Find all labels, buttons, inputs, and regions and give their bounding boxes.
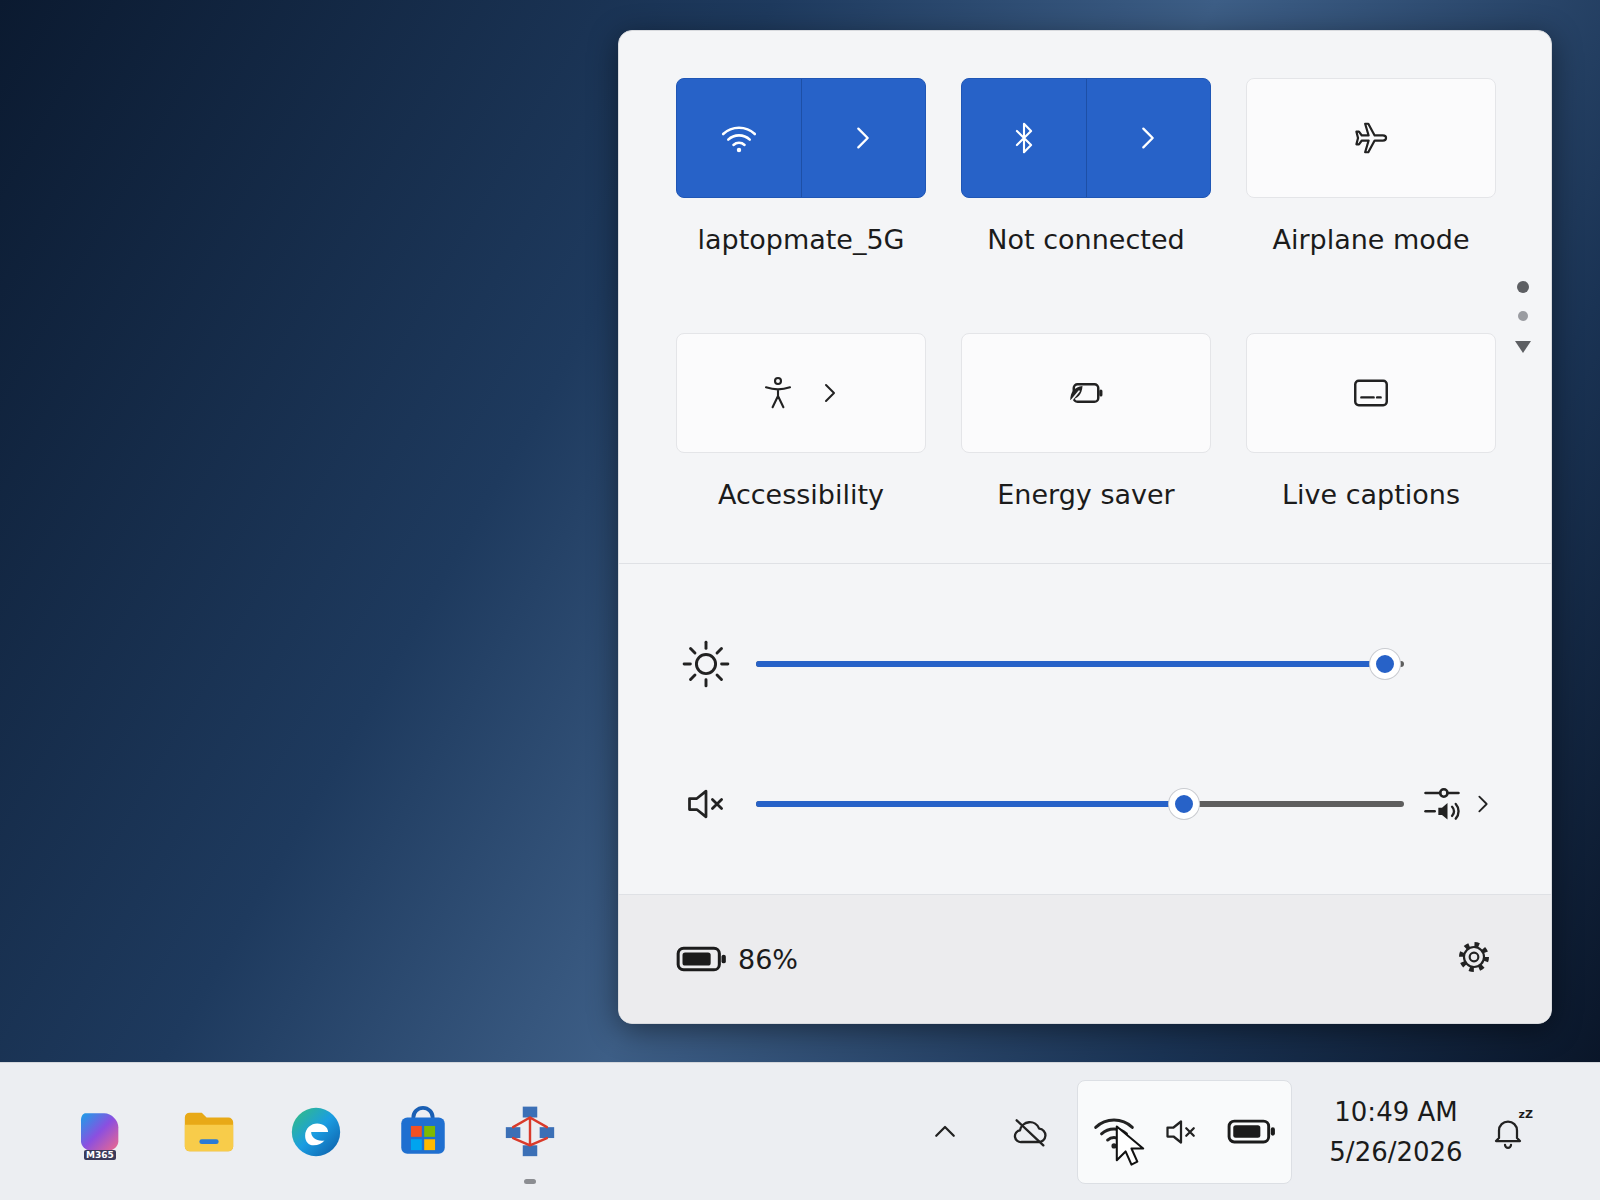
taskbar-app[interactable] xyxy=(179,1102,239,1162)
energy-saver-icon xyxy=(1065,372,1107,414)
toggle-part[interactable] xyxy=(1247,79,1495,197)
expand-part[interactable] xyxy=(1086,79,1211,197)
volume-row xyxy=(676,774,1494,834)
edge-icon xyxy=(287,1103,345,1161)
tile-cell: Accessibility xyxy=(676,333,926,513)
slider-thumb[interactable] xyxy=(1169,789,1199,819)
battery-icon xyxy=(676,946,728,972)
taskbar-app[interactable]: M365 xyxy=(72,1102,132,1162)
quick-setting-tile[interactable] xyxy=(961,333,1211,453)
taskbar-apps: M365 xyxy=(72,1102,560,1162)
tile-label: Airplane mode xyxy=(1272,222,1469,258)
tile-cell: Live captions xyxy=(1246,333,1496,513)
store-icon xyxy=(394,1103,452,1161)
speaker-muted-icon xyxy=(684,782,728,826)
slider-icon-box[interactable] xyxy=(676,782,736,826)
accessibility-icon xyxy=(760,375,796,411)
audio-output-icon xyxy=(1420,782,1464,826)
expand-part[interactable] xyxy=(801,79,926,197)
network-app-icon xyxy=(501,1103,559,1161)
show-hidden-icons-button[interactable] xyxy=(925,1117,965,1147)
onedrive-button[interactable] xyxy=(1008,1112,1052,1152)
running-indicator xyxy=(524,1179,536,1184)
clock-date: 5/26/2026 xyxy=(1329,1132,1462,1172)
airplane-icon xyxy=(1352,119,1390,157)
taskbar-app[interactable] xyxy=(286,1102,346,1162)
slider-extra[interactable] xyxy=(1404,782,1494,826)
quick-setting-tile[interactable] xyxy=(676,78,926,198)
quick-settings-button[interactable] xyxy=(1077,1080,1292,1184)
chevron-up-icon xyxy=(930,1117,960,1147)
brightness-row xyxy=(676,634,1494,694)
footer: 86% xyxy=(619,895,1551,1023)
taskbar-app[interactable] xyxy=(393,1102,453,1162)
toggle-part[interactable] xyxy=(962,79,1086,197)
toggle-part[interactable] xyxy=(677,334,925,452)
system-tray: 10:49 AM5/26/2026 zZ xyxy=(925,1080,1600,1184)
mouse-cursor xyxy=(1115,1125,1145,1173)
chevron-icon xyxy=(1472,793,1494,815)
tile-cell: Airplane mode xyxy=(1246,78,1496,258)
tile-label: Accessibility xyxy=(718,477,884,513)
quick-setting-tile[interactable] xyxy=(1246,78,1496,198)
tile-cell: Not connected xyxy=(961,78,1211,258)
taskbar-app[interactable] xyxy=(500,1102,560,1162)
do-not-disturb-badge: zZ xyxy=(1518,1108,1534,1121)
tile-label: Live captions xyxy=(1282,477,1460,513)
toggle-part[interactable] xyxy=(677,79,801,197)
quick-setting-tile[interactable] xyxy=(676,333,926,453)
tile-label: laptopmate_5G xyxy=(697,222,904,258)
arrow-down-icon[interactable] xyxy=(1513,339,1533,355)
toggle-part[interactable] xyxy=(962,334,1210,452)
settings-button[interactable] xyxy=(1454,937,1494,981)
toggle-part[interactable] xyxy=(1247,334,1495,452)
taskbar: M365 10:49 AM5/26/2026 zZ xyxy=(0,1062,1600,1200)
sliders xyxy=(619,564,1551,895)
gear-icon xyxy=(1454,937,1494,977)
volume-slider[interactable] xyxy=(756,801,1404,807)
page-dot[interactable] xyxy=(1517,281,1529,293)
clock-time: 10:49 AM xyxy=(1334,1092,1457,1132)
battery-status[interactable]: 86% xyxy=(676,944,798,975)
chevron-icon xyxy=(818,381,842,405)
clock[interactable]: 10:49 AM5/26/2026 xyxy=(1316,1092,1476,1172)
battery-icon xyxy=(1227,1119,1277,1144)
tile-label: Energy saver xyxy=(997,477,1174,513)
slider-fill xyxy=(756,661,1385,667)
file-explorer-icon xyxy=(180,1103,238,1161)
tiles-grid: laptopmate_5G Not connected Airplane mode A… xyxy=(619,31,1551,564)
quick-setting-tile[interactable] xyxy=(1246,333,1496,453)
page-indicator[interactable] xyxy=(1513,281,1533,355)
bluetooth-icon xyxy=(1007,121,1041,155)
slider-fill xyxy=(756,801,1184,807)
battery-percent: 86% xyxy=(738,944,798,975)
wifi-icon xyxy=(720,119,758,157)
speaker-muted-icon xyxy=(1163,1114,1199,1150)
tile-cell: Energy saver xyxy=(961,333,1211,513)
brightness-icon xyxy=(681,639,731,689)
tile-cell: laptopmate_5G xyxy=(676,78,926,258)
quick-settings-panel: laptopmate_5G Not connected Airplane mode A… xyxy=(618,30,1552,1024)
live-captions-icon xyxy=(1350,372,1392,414)
slider-icon-box xyxy=(676,639,736,689)
cloud-offline-icon xyxy=(1010,1112,1050,1152)
quick-setting-tile[interactable] xyxy=(961,78,1211,198)
chevron-icon xyxy=(1134,124,1162,152)
desktop: laptopmate_5G Not connected Airplane mode A… xyxy=(0,0,1600,1062)
brightness-slider[interactable] xyxy=(756,661,1404,667)
tile-label: Not connected xyxy=(987,222,1184,258)
chevron-icon xyxy=(849,124,877,152)
page-dot[interactable] xyxy=(1518,311,1528,321)
slider-thumb[interactable] xyxy=(1370,649,1400,679)
notifications-button[interactable]: zZ xyxy=(1486,1114,1530,1150)
app-badge: M365 xyxy=(84,1150,116,1160)
cursor-icon xyxy=(1115,1125,1145,1169)
